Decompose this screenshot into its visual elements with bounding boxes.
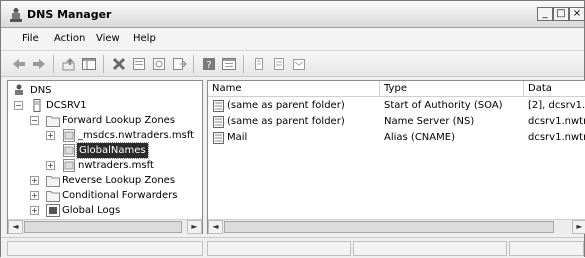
records-list-view: Name Type Data (same as parent folder) S…: [207, 80, 585, 234]
tree-item-reverse-lookup-zones[interactable]: + Reverse Lookup Zones: [10, 173, 200, 188]
table-row[interactable]: Mail Alias (CNAME) dcsrv1.nwtraders.msft…: [208, 130, 585, 146]
tree-label-server: DCSRV1: [46, 100, 87, 111]
expand-nwtraders-toggle[interactable]: +: [46, 161, 55, 170]
tree-item-conditional-forwarders[interactable]: + Conditional Forwarders: [10, 188, 200, 203]
toolbar-separator: [53, 55, 54, 73]
table-row[interactable]: (same as parent folder) Start of Authori…: [208, 98, 585, 114]
record-icon: [213, 116, 224, 128]
row-name: Mail: [227, 132, 248, 143]
tree-label-global-logs: Global Logs: [62, 205, 121, 216]
zone-icon: [63, 129, 75, 142]
column-header-data[interactable]: Data: [524, 81, 585, 97]
tree-item-nwtraders-zone[interactable]: + nwtraders.msft: [10, 158, 200, 173]
tree-item-global-logs[interactable]: + Global Logs: [10, 203, 200, 218]
svg-text:?: ?: [206, 60, 211, 71]
toolbar-separator: [243, 55, 244, 73]
tree-label-dns: DNS: [30, 85, 52, 96]
toolbar-separator: [103, 55, 104, 73]
dns-icon: [15, 84, 23, 95]
export-icon[interactable]: [171, 56, 187, 72]
zone-icon: [63, 144, 75, 157]
event-log-icon: [46, 204, 60, 217]
refresh-icon[interactable]: [151, 56, 167, 72]
status-panel: [7, 241, 203, 256]
tree-label-nwtraders: nwtraders.msft: [78, 160, 154, 171]
tree-horizontal-scrollbar[interactable]: ◄ ►: [8, 219, 202, 234]
expand-conditional-toggle[interactable]: +: [30, 191, 39, 200]
title-bar[interactable]: DNS Manager _ □ ×: [1, 1, 585, 28]
collapse-forward-zones-toggle[interactable]: −: [30, 116, 39, 125]
new-alias-icon[interactable]: [271, 56, 287, 72]
tree-label-reverse-zones: Reverse Lookup Zones: [62, 175, 176, 186]
up-icon[interactable]: [61, 56, 77, 72]
row-type: Name Server (NS): [384, 116, 475, 127]
toolbar: ?: [1, 50, 584, 77]
scroll-left-button[interactable]: ◄: [8, 220, 23, 234]
row-data: dcsrv1.nwtraders.msft.: [528, 116, 585, 127]
expand-global-logs-toggle[interactable]: +: [30, 206, 39, 215]
menu-help[interactable]: Help: [133, 33, 156, 44]
tree-label-msdcs: _msdcs.nwtraders.msft: [78, 130, 195, 141]
menu-view[interactable]: View: [96, 33, 120, 44]
expand-msdcs-toggle[interactable]: +: [46, 131, 55, 140]
table-row[interactable]: (same as parent folder) Name Server (NS)…: [208, 114, 585, 130]
menu-bar: File Action View Help: [1, 28, 584, 50]
console-tree-icon[interactable]: [221, 56, 237, 72]
tree-item-server[interactable]: − DCSRV1: [10, 98, 200, 113]
status-panel: [207, 241, 351, 256]
folder-icon: [46, 116, 60, 127]
delete-icon[interactable]: [111, 56, 127, 72]
close-button[interactable]: ×: [569, 7, 585, 21]
list-horizontal-scrollbar[interactable]: ◄ ►: [208, 219, 585, 234]
dns-manager-icon: [10, 8, 22, 22]
record-icon: [213, 132, 224, 144]
scroll-right-button[interactable]: ►: [187, 220, 202, 234]
window-title: DNS Manager: [27, 8, 112, 21]
server-icon: [33, 99, 41, 112]
new-mail-icon[interactable]: [291, 56, 307, 72]
show-tree-icon[interactable]: [81, 56, 97, 72]
row-name: (same as parent folder): [227, 100, 345, 111]
help-icon[interactable]: ?: [201, 56, 217, 72]
maximize-button[interactable]: □: [553, 7, 569, 21]
tree-label-conditional: Conditional Forwarders: [62, 190, 178, 201]
toolbar-separator: [193, 55, 194, 73]
zone-icon: [63, 159, 75, 172]
menu-action[interactable]: Action: [54, 33, 85, 44]
row-data: dcsrv1.nwtraders.msft.: [528, 132, 585, 143]
console-tree: DNS − DCSRV1 − Forward Lookup Zones + _m…: [7, 80, 203, 234]
tree-label-forward-zones: Forward Lookup Zones: [62, 115, 176, 126]
record-icon: [213, 100, 224, 112]
column-header-name[interactable]: Name: [208, 81, 380, 97]
tree-label-globalnames: GlobalNames: [76, 142, 149, 159]
scroll-thumb[interactable]: [24, 221, 182, 233]
collapse-server-toggle[interactable]: −: [14, 101, 23, 110]
expand-reverse-zones-toggle[interactable]: +: [30, 176, 39, 185]
scroll-right-button[interactable]: ►: [572, 220, 585, 234]
status-panel: [353, 241, 507, 256]
column-header-type[interactable]: Type: [380, 81, 524, 97]
menu-file[interactable]: File: [22, 33, 39, 44]
properties-icon[interactable]: [131, 56, 147, 72]
status-panel: [509, 241, 584, 256]
folder-icon: [46, 176, 60, 187]
scroll-left-button[interactable]: ◄: [208, 220, 223, 234]
dns-manager-window: DNS Manager _ □ × File Action View Help: [0, 0, 585, 258]
row-data: [2], dcsrv1.nwtraders.msft: [528, 100, 585, 111]
tree-item-globalnames-zone[interactable]: GlobalNames: [10, 142, 200, 159]
tree-item-dns[interactable]: DNS: [10, 83, 200, 98]
row-type: Alias (CNAME): [384, 132, 455, 143]
scroll-thumb[interactable]: [224, 221, 554, 233]
tree-item-forward-lookup-zones[interactable]: − Forward Lookup Zones: [10, 113, 200, 128]
row-name: (same as parent folder): [227, 116, 345, 127]
minimize-button[interactable]: _: [537, 7, 553, 21]
new-host-icon[interactable]: [251, 56, 267, 72]
tree-item-msdcs-zone[interactable]: + _msdcs.nwtraders.msft: [10, 128, 200, 143]
folder-icon: [46, 191, 60, 202]
row-type: Start of Authority (SOA): [384, 100, 503, 111]
back-icon[interactable]: [11, 56, 27, 72]
status-bar: [1, 237, 584, 258]
forward-icon[interactable]: [31, 56, 47, 72]
